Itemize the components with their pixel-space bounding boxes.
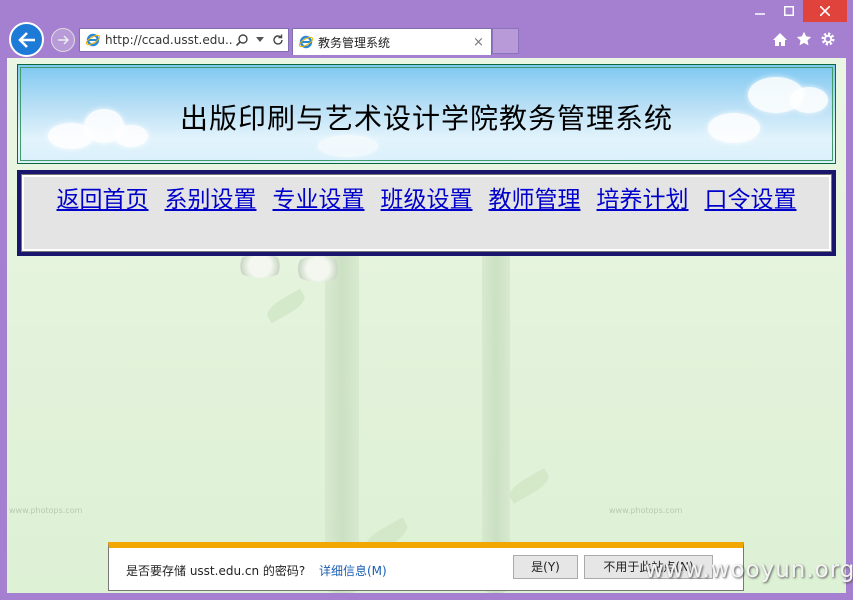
bamboo-decoration (482, 208, 510, 593)
browser-chrome: http://ccad.usst.edu.... 教务管理系统 × (0, 0, 853, 58)
watermark: www.photops.com (609, 506, 683, 515)
home-icon[interactable] (771, 30, 789, 48)
close-icon (820, 6, 830, 16)
new-tab-button[interactable] (492, 28, 519, 54)
save-password-question: 是否要存储 usst.edu.cn 的密码? (126, 564, 306, 578)
nav-menu: 返回首页 系别设置 专业设置 班级设置 教师管理 培养计划 口令设置 (17, 170, 836, 256)
minimize-icon (755, 13, 765, 15)
gear-icon[interactable] (819, 30, 837, 48)
tab-active[interactable]: 教务管理系统 × (292, 28, 492, 55)
header-banner: 出版印刷与艺术设计学院教务管理系统 (17, 64, 836, 164)
nav-teachers-link[interactable]: 教师管理 (489, 187, 581, 213)
nav-plan-link[interactable]: 培养计划 (597, 187, 689, 213)
refresh-icon[interactable] (270, 32, 286, 48)
nav-departments-link[interactable]: 系别设置 (165, 187, 257, 213)
star-icon[interactable] (795, 30, 813, 48)
chevron-down-icon[interactable] (252, 32, 268, 48)
minimize-button[interactable] (745, 0, 775, 22)
nav-links: 返回首页 系别设置 专业设置 班级设置 教师管理 培养计划 口令设置 (21, 174, 832, 252)
system-title: 出版印刷与艺术设计学院教务管理系统 (179, 102, 673, 135)
nav-classes-link[interactable]: 班级设置 (381, 187, 473, 213)
teacup-decoration (235, 254, 285, 278)
arrow-left-icon (17, 31, 35, 48)
nav-home-link[interactable]: 返回首页 (57, 187, 149, 213)
yes-button[interactable]: 是(Y) (513, 555, 578, 579)
tab-close-icon[interactable]: × (473, 35, 491, 50)
nav-password-link[interactable]: 口令设置 (705, 187, 797, 213)
back-button[interactable] (9, 22, 44, 57)
nav-majors-link[interactable]: 专业设置 (273, 187, 365, 213)
watermark: www.photops.com (9, 506, 83, 515)
address-bar[interactable]: http://ccad.usst.edu.... (79, 28, 289, 52)
maximize-button[interactable] (775, 0, 803, 22)
cloud-decoration (318, 135, 378, 157)
url-text[interactable]: http://ccad.usst.edu.... (105, 33, 234, 47)
leaf-decoration (263, 288, 309, 324)
more-info-link[interactable]: 详细信息(M) (319, 562, 387, 579)
ie-logo-icon (85, 33, 101, 47)
tab-title: 教务管理系统 (318, 35, 391, 50)
leaf-decoration (505, 468, 553, 504)
forward-button[interactable] (51, 28, 75, 52)
ie-logo-icon (298, 35, 314, 49)
maximize-icon (784, 6, 794, 16)
bamboo-decoration (325, 238, 359, 593)
wooyun-watermark: www.wooyun.org (645, 557, 853, 583)
arrow-right-icon (58, 35, 69, 45)
search-icon[interactable] (234, 32, 250, 48)
teacup-decoration (293, 256, 343, 282)
page-viewport: www.photops.com www.photops.com 出版印刷与艺术设… (7, 58, 846, 593)
close-window-button[interactable] (803, 0, 847, 22)
